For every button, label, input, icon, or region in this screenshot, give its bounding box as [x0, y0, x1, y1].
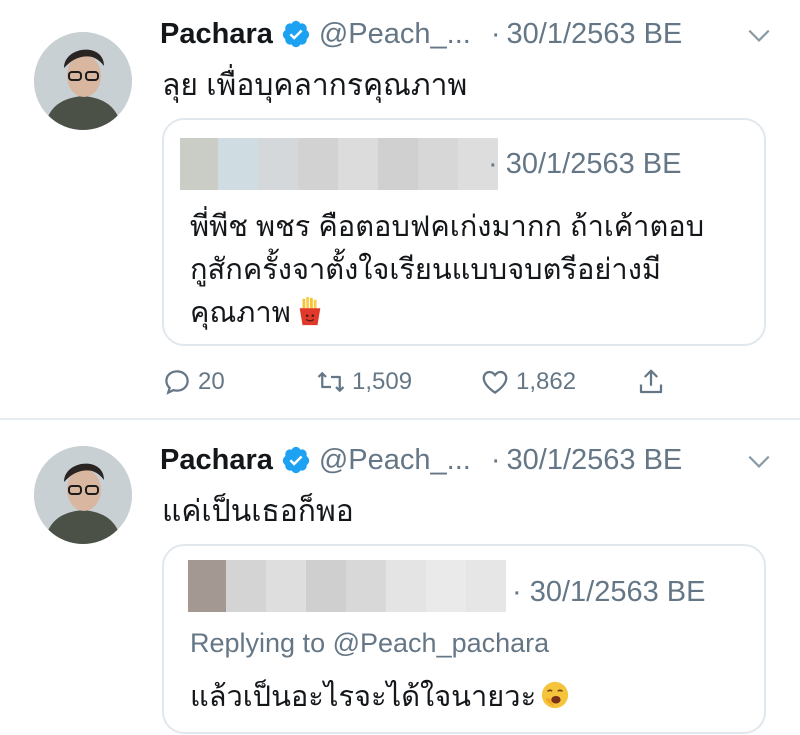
reply-count: 20 — [198, 368, 225, 395]
quote-date[interactable]: 30/1/2563 BE — [506, 148, 682, 180]
quote-date[interactable]: 30/1/2563 BE — [530, 576, 706, 608]
blurred-author-info — [180, 138, 498, 190]
separator-dot: · — [488, 148, 498, 180]
quoted-tweet[interactable]: · 30/1/2563 BE พี่พีช พชร คือตอบฟคเก่งมา… — [162, 118, 766, 346]
tweet[interactable]: Pachara @Peach_... · 30/1/2563 BE ลุย เพ… — [0, 0, 800, 418]
quote-text-line: กูสักครั้งจาตั้งใจเรียนแบบจบตรีอย่างมี — [190, 254, 661, 286]
blurred-author-info — [188, 560, 506, 612]
tweet-header: Pachara @Peach_... · 30/1/2563 BE — [160, 14, 682, 54]
replying-to: Replying to @Peach_pachara — [190, 628, 549, 659]
yawning-face-emoji-icon — [542, 681, 569, 709]
separator-dot: · — [490, 443, 501, 476]
share-button[interactable] — [636, 362, 672, 402]
author-name[interactable]: Pachara — [160, 18, 273, 51]
tweet-date[interactable]: 30/1/2563 BE — [507, 18, 683, 51]
author-handle[interactable]: @Peach_... — [319, 444, 471, 477]
separator-dot: · — [512, 576, 522, 608]
retweet-count: 1,509 — [352, 368, 413, 395]
avatar[interactable] — [34, 446, 132, 544]
chevron-down-icon[interactable] — [746, 448, 772, 474]
heart-icon — [482, 370, 508, 394]
like-count: 1,862 — [516, 368, 577, 395]
author-handle[interactable]: @Peach_... — [319, 18, 471, 51]
replying-to-handle[interactable]: @Peach_pachara — [333, 628, 550, 658]
verified-badge-icon — [282, 446, 309, 474]
retweet-button[interactable]: 1,509 — [316, 362, 412, 402]
tweet[interactable]: Pachara @Peach_... · 30/1/2563 BE แค่เป็… — [0, 420, 800, 735]
tweet-actions: 20 1,509 1,862 — [162, 362, 682, 402]
separator-dot: · — [490, 17, 501, 50]
fries-emoji-icon — [299, 296, 321, 326]
quote-text-line: คุณภาพ — [190, 292, 704, 335]
tweet-text: แค่เป็นเธอก็พอ — [162, 495, 354, 528]
tweet-date[interactable]: 30/1/2563 BE — [507, 444, 683, 477]
replying-to-label: Replying to — [190, 628, 326, 658]
quoted-tweet[interactable]: · 30/1/2563 BE Replying to @Peach_pachar… — [162, 544, 766, 734]
quote-text-line: แล้วเป็นอะไรจะได้ใจนายวะ — [190, 676, 570, 719]
reply-button[interactable]: 20 — [162, 362, 225, 402]
quote-text: พี่พีช พชร คือตอบฟคเก่งมากก ถ้าเค้าตอบ ก… — [190, 206, 704, 335]
tweet-text: ลุย เพื่อบุคลากรคุณภาพ — [162, 69, 468, 102]
tweet-header: Pachara @Peach_... · 30/1/2563 BE — [160, 440, 682, 480]
quote-text-line: พี่พีช พชร คือตอบฟคเก่งมากก ถ้าเค้าตอบ — [190, 211, 705, 243]
chevron-down-icon[interactable] — [746, 22, 772, 48]
share-icon — [639, 369, 663, 394]
avatar[interactable] — [34, 32, 132, 130]
author-name[interactable]: Pachara — [160, 444, 273, 477]
like-button[interactable]: 1,862 — [480, 362, 576, 402]
retweet-icon — [317, 372, 345, 392]
verified-badge-icon — [282, 20, 309, 48]
reply-icon — [165, 370, 189, 395]
